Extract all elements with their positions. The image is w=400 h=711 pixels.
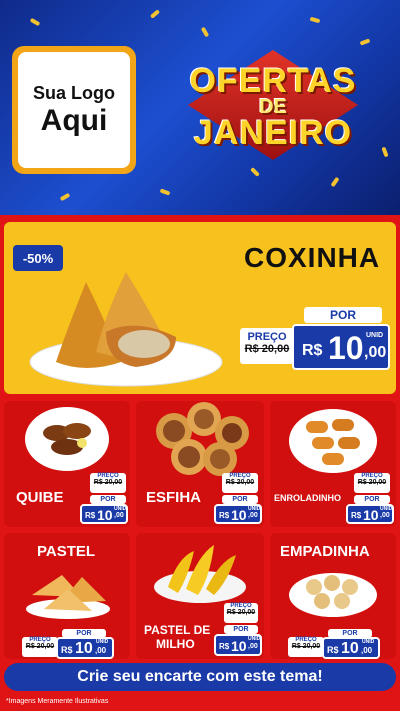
unit: UNID [248,506,261,512]
header-banner: Sua Logo Aqui OFERTAS DE JANEIRO [0,0,400,215]
old-price-box: PREÇO R$ 20,00 [222,473,258,493]
hero-old-price: R$ 20,00 [244,343,290,355]
hero-preco-label: PREÇO [247,331,287,343]
quibe-image [25,407,109,471]
unit: UNID [362,639,375,645]
logo-placeholder[interactable]: Sua Logo Aqui [12,46,136,174]
old-price-box: PREÇO R$ 20,00 [90,473,126,493]
pastel-de-milho-image [154,545,246,603]
currency: R$ [219,511,230,520]
price-int: 10 [97,507,113,523]
hero-old-price-box: PREÇO R$ 20,00 [240,328,294,364]
product-name: ENROLADINHO [274,493,341,503]
offers-area: -50% COXINHA POR PREÇO R$ 20,00 R$ 10 ,0… [0,215,400,711]
old-price: R$ 20,00 [226,609,256,616]
unit: UNID [114,506,127,512]
old-price-box: PREÇO R$ 20,00 [22,637,58,657]
old-price: R$ 20,00 [93,479,123,486]
price-cents: ,00 [95,646,107,655]
price-int: 10 [231,507,247,523]
unit: UNID [96,639,109,645]
product-name-line1: PASTEL DE [144,623,211,637]
hero-product-card[interactable]: -50% COXINHA POR PREÇO R$ 20,00 R$ 10 ,0… [4,222,396,394]
price: R$ 10 ,00 UNID [56,637,114,659]
old-price-box: PREÇO R$ 20,00 [354,473,390,493]
product-name: ESFIHA [146,489,202,506]
por-label: POR [354,495,390,504]
product-card-empadinha[interactable]: EMPADINHA PREÇO R$ 20,00 POR R$ 10 ,00 U… [270,533,396,659]
product-name: QUIBE [16,489,64,506]
old-price: R$ 20,00 [291,643,321,650]
offer-title-badge: OFERTAS DE JANEIRO [168,50,378,160]
por-label: POR [90,495,126,504]
price-int: 10 [231,638,247,654]
por-label: POR [224,625,258,634]
price-cents: ,00 [248,512,258,519]
currency: R$ [327,645,339,655]
price-int: 10 [363,507,379,523]
enroladinho-image [289,409,377,473]
esfiha-image [156,402,249,476]
price: R$ 10 ,00 UNID [214,634,262,656]
product-card-pastel-de-milho[interactable]: PASTEL DE MILHO PREÇO R$ 20,00 POR R$ 10… [136,533,264,659]
price-cents: ,00 [114,512,124,519]
price: R$ 10 ,00 UNID [322,637,380,659]
product-name-line2: MILHO [156,637,195,651]
price: R$ 10 ,00 UNID [80,504,128,524]
price-int: 10 [341,640,359,657]
currency: R$ [61,645,73,655]
product-card-pastel[interactable]: PASTEL PREÇO R$ 20,00 POR R$ 10 ,00 UNID [4,533,130,659]
unit: UNID [380,506,393,512]
hero-currency: R$ [302,342,323,359]
currency: R$ [219,642,230,651]
title-line3: JANEIRO [193,114,353,152]
old-price: R$ 20,00 [357,479,387,486]
product-card-esfiha[interactable]: ESFIHA PREÇO R$ 20,00 POR R$ 10 ,00 UNID [136,401,264,527]
old-price: R$ 20,00 [225,479,255,486]
hero-unit: UNID [366,332,384,339]
disclaimer-note: *Imagens Meramente Ilustrativas [6,698,109,705]
product-name: PASTEL [37,543,96,560]
old-price-box: PREÇO R$ 20,00 [224,603,258,623]
empadinha-image [289,573,377,617]
create-flyer-button[interactable]: Crie seu encarte com este tema! [4,663,396,691]
product-card-enroladinho[interactable]: ENROLADINHO PREÇO R$ 20,00 POR R$ 10 ,00… [270,401,396,527]
price-cents: ,00 [380,512,390,519]
hero-price-int: 10 [328,330,364,366]
hero-price: R$ 10 ,00 UNID [292,324,390,370]
hero-por-label: POR [304,307,382,323]
price: R$ 10 ,00 UNID [346,504,394,524]
old-price: R$ 20,00 [25,643,55,650]
price-cents: ,00 [248,643,258,650]
hero-price-cents: ,00 [364,344,387,361]
currency: R$ [85,511,96,520]
logo-text-line1: Sua Logo [33,82,115,103]
price: R$ 10 ,00 UNID [214,504,262,524]
product-name: EMPADINHA [280,543,370,560]
pastel-image [26,575,110,619]
unit: UNID [248,636,261,642]
logo-text-line2: Aqui [40,103,108,137]
product-card-quibe[interactable]: QUIBE PREÇO R$ 20,00 POR R$ 10 ,00 UNID [4,401,130,527]
coxinha-image [29,272,223,387]
old-price-box: PREÇO R$ 20,00 [288,637,324,657]
price-int: 10 [75,640,93,657]
hero-product-name: COXINHA [244,242,381,273]
por-label: POR [222,495,258,504]
currency: R$ [351,511,362,520]
price-cents: ,00 [361,646,373,655]
